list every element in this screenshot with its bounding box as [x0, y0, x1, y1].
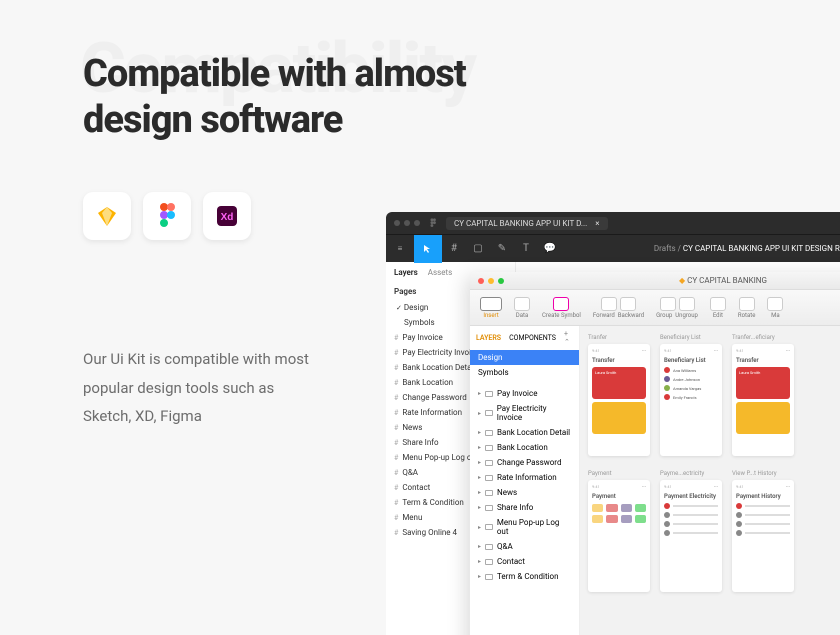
comment-tool-icon[interactable]: 💬	[538, 235, 562, 263]
layer-item[interactable]: ▸Rate Information	[470, 470, 579, 485]
insert-button[interactable]: Insert	[480, 297, 502, 319]
artboard[interactable]: Tranfer...eficiary9:41•••TransferLaura S…	[732, 334, 794, 456]
sketch-layers-panel: LAYERS COMPONENTS + ⌃ Design Symbols ▸Pa…	[470, 326, 580, 635]
design-apps-preview: CY CAPITAL BANKING APP UI KIT D... × ≡ #…	[386, 212, 840, 635]
traffic-lights	[394, 220, 420, 226]
group-ungroup-buttons[interactable]: Group Ungroup	[656, 297, 698, 319]
mask-button[interactable]: Ma	[767, 297, 783, 319]
layer-item[interactable]: ▸Bank Location	[470, 440, 579, 455]
layers-tab[interactable]: LAYERS	[476, 334, 501, 342]
layer-item[interactable]: ▸Change Password	[470, 455, 579, 470]
components-tab[interactable]: COMPONENTS	[509, 334, 556, 342]
data-button[interactable]: Data	[514, 297, 530, 319]
artboard[interactable]: Payment9:41•••Payment	[588, 470, 650, 592]
layer-item[interactable]: ▸Share Info	[470, 500, 579, 515]
menu-icon[interactable]: ≡	[386, 235, 414, 263]
assets-tab[interactable]: Assets	[428, 268, 452, 277]
design-tool-icons: Xd	[83, 192, 251, 240]
sketch-toolbar: Insert Data Create Symbol Forward Backwa…	[470, 290, 840, 326]
rotate-button[interactable]: Rotate	[738, 297, 756, 319]
layer-item[interactable]: ▸Pay Electricity Invoice	[470, 401, 579, 425]
svg-text:Xd: Xd	[221, 212, 234, 223]
layers-tab[interactable]: Layers	[394, 268, 418, 277]
traffic-lights	[478, 278, 504, 284]
headline-line2: design software	[83, 98, 342, 142]
pen-tool-icon[interactable]: ✎	[490, 235, 514, 263]
headline-line1: Compatible with almost	[83, 52, 466, 96]
figma-logo-icon	[428, 218, 438, 228]
headline: Compatible with almost design software	[83, 52, 466, 143]
edit-button[interactable]: Edit	[710, 297, 726, 319]
sketch-window: ◆ CY CAPITAL BANKING Insert Data Create …	[470, 272, 840, 635]
page-item[interactable]: Symbols	[470, 365, 579, 380]
layer-item[interactable]: ▸News	[470, 485, 579, 500]
text-tool-icon[interactable]: T	[514, 235, 538, 263]
layer-item[interactable]: ▸Term & Condition	[470, 569, 579, 584]
figma-breadcrumb: Drafts / CY CAPITAL BANKING APP UI KIT D…	[654, 244, 840, 253]
shape-tool-icon[interactable]: ▢	[466, 235, 490, 263]
layer-item[interactable]: ▸Bank Location Detail	[470, 425, 579, 440]
artboard[interactable]: View P...t History9:41•••Payment History	[732, 470, 794, 592]
figma-titlebar: CY CAPITAL BANKING APP UI KIT D... ×	[386, 212, 840, 234]
artboard[interactable]: Beneficiary List9:41•••Beneficiary ListA…	[660, 334, 722, 456]
layer-item[interactable]: ▸Pay Invoice	[470, 386, 579, 401]
forward-backward-buttons[interactable]: Forward Backward	[593, 297, 644, 319]
layer-item[interactable]: ▸Q&A	[470, 539, 579, 554]
sketch-icon	[83, 192, 131, 240]
figma-tab[interactable]: CY CAPITAL BANKING APP UI KIT D... ×	[446, 217, 608, 230]
xd-icon: Xd	[203, 192, 251, 240]
artboard[interactable]: Payme...ectricity9:41•••Payment Electric…	[660, 470, 722, 592]
sketch-canvas[interactable]: Tranfer9:41•••TransferLaura SmithBenefic…	[580, 326, 840, 635]
page-item[interactable]: Design	[470, 350, 579, 365]
sketch-window-title: ◆ CY CAPITAL BANKING	[504, 276, 840, 285]
figma-toolbar: ≡ # ▢ ✎ T 💬 Drafts / CY CAPITAL BANKING …	[386, 234, 840, 262]
layer-item[interactable]: ▸Menu Pop-up Log out	[470, 515, 579, 539]
body-paragraph: Our Ui Kit is compatible with most popul…	[83, 345, 313, 431]
create-symbol-button[interactable]: Create Symbol	[542, 297, 581, 319]
frame-tool-icon[interactable]: #	[442, 235, 466, 263]
figma-icon	[143, 192, 191, 240]
move-tool[interactable]	[414, 235, 442, 263]
sketch-titlebar: ◆ CY CAPITAL BANKING	[470, 272, 840, 290]
artboard[interactable]: Tranfer9:41•••TransferLaura Smith	[588, 334, 650, 456]
layer-item[interactable]: ▸Contact	[470, 554, 579, 569]
add-page-icon[interactable]: + ⌃	[564, 330, 573, 346]
